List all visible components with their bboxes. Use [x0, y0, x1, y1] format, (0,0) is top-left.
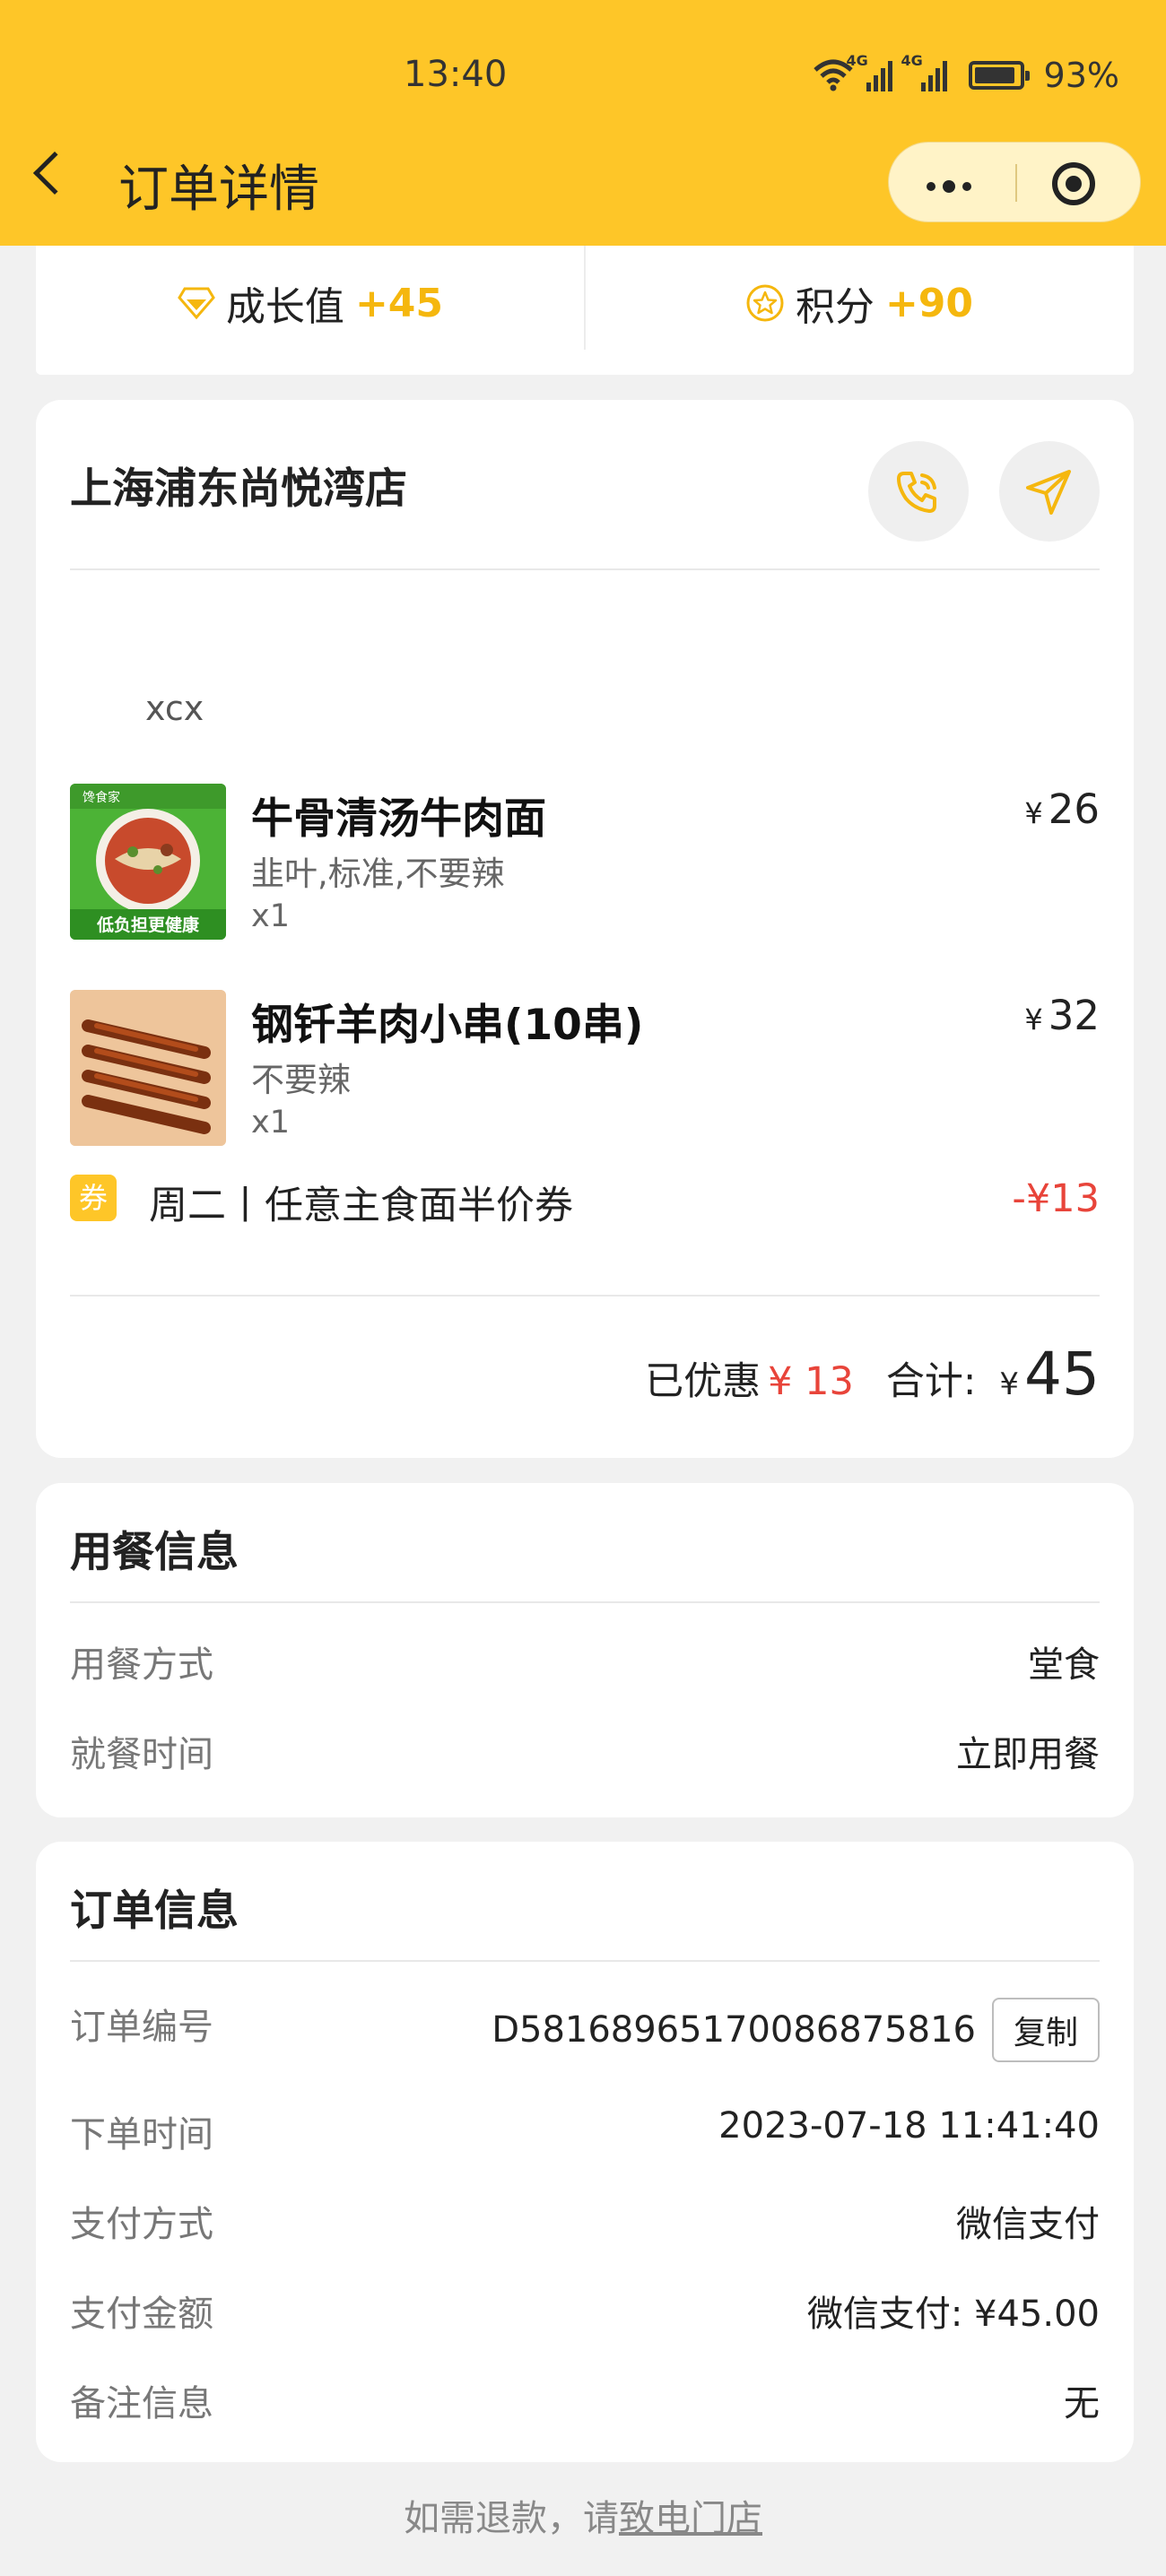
info-key: 下单时间 [70, 2114, 213, 2155]
copy-button[interactable]: 复制 [991, 1998, 1100, 2062]
total-label: 合计: [885, 1359, 977, 1404]
item-spec: 韭叶,标准,不要辣 [251, 854, 505, 893]
status-icons: 4G 4G 93% [813, 52, 1119, 95]
list-item: 馋食家 低负担更健康 牛骨清汤牛肉面 韭叶,标准,不要辣 x1 ¥26 [70, 784, 1100, 941]
total-currency: ¥ [999, 1366, 1020, 1402]
status-time: 13:40 [404, 54, 508, 95]
discount-label: 已优惠 [645, 1359, 761, 1404]
network-type: 4G [901, 52, 923, 69]
score-amount: +90 [884, 280, 974, 326]
page-title: 订单详情 [118, 160, 319, 219]
store-name: 上海浦东尚悦湾店 [70, 464, 407, 514]
section-title: 订单信息 [70, 1886, 239, 1936]
info-row: 备注信息 无 [70, 2374, 1100, 2428]
info-key: 支付方式 [70, 2204, 213, 2245]
divider [70, 1601, 1100, 1603]
item-price: ¥32 [1024, 992, 1100, 1039]
order-remark: xcx [145, 689, 204, 728]
item-quantity: x1 [251, 1105, 290, 1141]
signal-icon: 4G [847, 52, 892, 91]
dining-info-card: 用餐信息 用餐方式 堂食 就餐时间 立即用餐 [36, 1483, 1134, 1817]
call-store-button[interactable] [868, 441, 969, 542]
divider [70, 568, 1100, 570]
order-summary: 已优惠 ¥ 13 合计: ¥ 45 [645, 1340, 1100, 1409]
divider [70, 1960, 1100, 1962]
info-value: 2023-07-18 11:41:40 [718, 2105, 1100, 2147]
item-name: 牛骨清汤牛肉面 [251, 794, 546, 844]
coupon-name: 周二丨任意主食面半价券 [149, 1184, 573, 1228]
info-row: 就餐时间 立即用餐 [70, 1725, 1100, 1779]
back-icon[interactable] [32, 151, 77, 195]
coupon-badge: 券 [70, 1175, 117, 1221]
growth-amount: +45 [354, 280, 444, 326]
info-value: 堂食 [1028, 1644, 1100, 1686]
order-info-card: 订单信息 订单编号 D58168965170086875816 复制 下单时间 … [36, 1842, 1134, 2462]
info-value: 微信支付 [956, 2204, 1100, 2245]
total-amount: 45 [1024, 1340, 1100, 1409]
list-item: 钢钎羊肉小串(10串) 不要辣 x1 ¥32 [70, 990, 1100, 1148]
item-price: ¥26 [1024, 785, 1100, 833]
network-type: 4G [846, 52, 868, 69]
coupon-row: 券 周二丨任意主食面半价券 -¥13 [70, 1169, 1100, 1228]
diamond-icon [178, 287, 215, 320]
info-key: 就餐时间 [70, 1734, 213, 1775]
miniprogram-capsule [888, 142, 1141, 222]
info-key: 支付金额 [70, 2294, 213, 2335]
info-value: 微信支付: ¥45.00 [806, 2294, 1100, 2335]
section-title: 用餐信息 [70, 1528, 239, 1577]
info-row: 支付方式 微信支付 [70, 2195, 1100, 2249]
signal-icon: 4G [901, 52, 947, 91]
info-value: D58168965170086875816 复制 [492, 1998, 1100, 2062]
score-value: 积分 +90 [585, 264, 1134, 343]
info-key: 用餐方式 [70, 1644, 213, 1686]
thumb-banner: 低负担更健康 [96, 915, 200, 935]
lamb-skewers-photo [70, 990, 226, 1146]
call-store-link[interactable]: 致电门店 [619, 2498, 762, 2539]
more-icon[interactable] [927, 180, 971, 193]
score-label: 积分 [795, 284, 874, 330]
item-name: 钢钎羊肉小串(10串) [251, 1001, 644, 1050]
info-key: 备注信息 [70, 2383, 213, 2424]
refund-text: 如需退款，请 [404, 2498, 619, 2539]
store-card: 上海浦东尚悦湾店 xcx 馋食家 低负担更健康 牛骨清汤牛肉面 韭叶,标准,不要… [36, 400, 1134, 1458]
info-key: 订单编号 [70, 2007, 213, 2048]
coupon-value: -¥13 [1012, 1176, 1100, 1221]
star-circle-icon [746, 284, 784, 322]
battery-icon [968, 61, 1030, 90]
order-number: D58168965170086875816 [492, 2009, 976, 2051]
info-value: 无 [1064, 2383, 1100, 2424]
discount-value: ¥ 13 [768, 1359, 854, 1404]
info-row: 支付金额 微信支付: ¥45.00 [70, 2285, 1100, 2338]
navigation-arrow-icon [1026, 470, 1071, 515]
beef-noodle-photo: 馋食家 低负担更健康 [70, 784, 226, 940]
item-spec: 不要辣 [251, 1061, 351, 1099]
capsule-divider [1015, 164, 1017, 202]
item-quantity: x1 [251, 898, 290, 934]
info-row: 用餐方式 堂食 [70, 1635, 1100, 1689]
info-row: 订单编号 D58168965170086875816 复制 [70, 1998, 1100, 2064]
refund-hint: 如需退款，请致电门店 [0, 2489, 1166, 2541]
growth-label: 成长值 [225, 284, 344, 330]
info-row: 下单时间 2023-07-18 11:41:40 [70, 2105, 1100, 2159]
info-value: 立即用餐 [956, 1734, 1100, 1775]
svg-text:馋食家: 馋食家 [83, 790, 120, 805]
points-card: 成长值 +45 积分 +90 [36, 246, 1134, 375]
growth-value: 成长值 +45 [36, 264, 585, 343]
phone-icon [897, 472, 936, 513]
app-header: 13:40 4G 4G 93% 订单详情 [0, 0, 1166, 246]
close-miniprogram-icon[interactable] [1052, 162, 1095, 205]
navigate-button[interactable] [999, 441, 1100, 542]
divider [70, 1295, 1100, 1297]
battery-percent: 93% [1043, 56, 1119, 95]
